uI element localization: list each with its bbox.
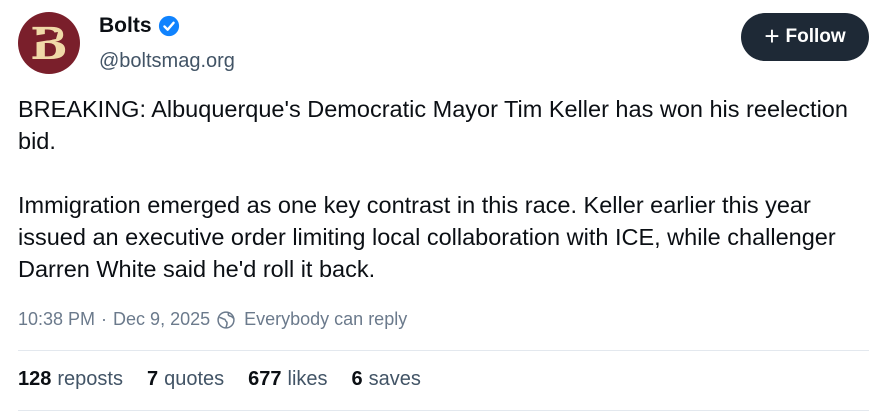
follow-button[interactable]: + Follow bbox=[741, 13, 869, 61]
likes-count: 677 bbox=[248, 368, 282, 390]
post-paragraph-1: BREAKING: Albuquerque's Democratic Mayor… bbox=[18, 96, 848, 154]
post-stats: 128 reposts 7 quotes 677 likes 6 saves bbox=[18, 368, 421, 391]
verified-badge-icon bbox=[158, 15, 180, 37]
svg-text:B: B bbox=[30, 19, 67, 70]
reply-setting: Everybody can reply bbox=[216, 309, 407, 330]
divider bbox=[18, 350, 869, 351]
likes-stat[interactable]: 677 likes bbox=[248, 368, 327, 391]
saves-count: 6 bbox=[351, 368, 363, 390]
meta-separator: · bbox=[101, 309, 108, 329]
follow-button-label: Follow bbox=[785, 26, 846, 47]
divider bbox=[18, 410, 869, 411]
author-name-row: Bolts bbox=[99, 14, 180, 38]
author-name[interactable]: Bolts bbox=[99, 14, 152, 38]
post-meta: 10:38 PM · Dec 9, 2025 Everybody can rep… bbox=[18, 309, 407, 330]
quotes-stat[interactable]: 7 quotes bbox=[147, 368, 224, 391]
post-text: BREAKING: Albuquerque's Democratic Mayor… bbox=[18, 93, 868, 285]
saves-label: saves bbox=[368, 368, 421, 390]
post-date[interactable]: Dec 9, 2025 bbox=[113, 309, 210, 330]
bolts-logo-icon: B bbox=[30, 19, 67, 70]
plus-icon: + bbox=[764, 21, 780, 51]
post-time[interactable]: 10:38 PM bbox=[18, 309, 95, 330]
likes-label: likes bbox=[287, 368, 328, 390]
avatar[interactable]: B bbox=[18, 12, 80, 74]
post-paragraph-2: Immigration emerged as one key contrast … bbox=[18, 192, 836, 282]
globe-icon bbox=[216, 310, 236, 330]
reposts-label: reposts bbox=[57, 368, 123, 390]
reposts-stat[interactable]: 128 reposts bbox=[18, 368, 123, 391]
reposts-count: 128 bbox=[18, 368, 52, 390]
saves-stat[interactable]: 6 saves bbox=[352, 368, 421, 391]
reply-setting-label: Everybody can reply bbox=[244, 309, 408, 329]
quotes-label: quotes bbox=[164, 368, 225, 390]
author-handle[interactable]: @boltsmag.org bbox=[99, 50, 235, 73]
quotes-count: 7 bbox=[146, 368, 159, 390]
